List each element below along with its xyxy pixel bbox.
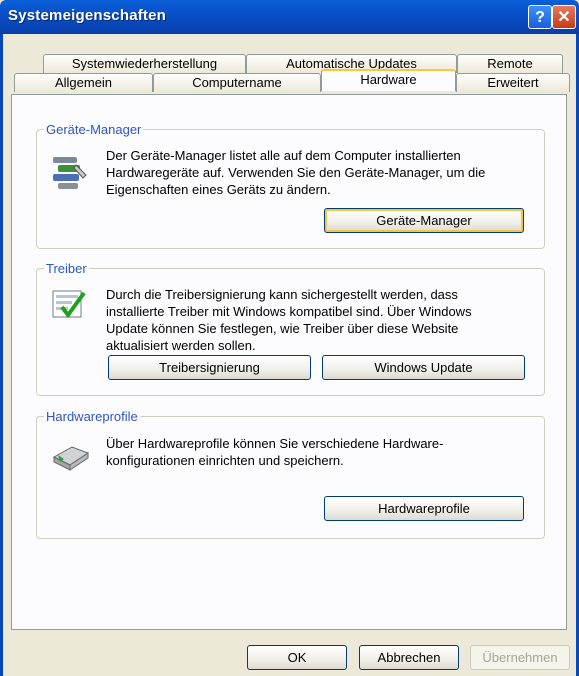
- hardware-tab-panel: Geräte-Manager Der Geräte-Manager listet…: [11, 94, 567, 630]
- apply-button[interactable]: Übernehmen: [470, 645, 570, 670]
- treiber-description-line3: Update können Sie festlegen, wie Treiber…: [106, 321, 459, 336]
- ok-button[interactable]: OK: [247, 645, 347, 670]
- device-manager-icon: [53, 157, 87, 189]
- windows-update-button[interactable]: Windows Update: [322, 355, 525, 380]
- profile-description-line1: Über Hardwareprofile können Sie verschie…: [106, 436, 444, 451]
- geraete-description-line1: Der Geräte-Manager listet alle auf dem C…: [106, 148, 461, 163]
- tab-computername[interactable]: Computername: [153, 73, 321, 92]
- hardware-profile-icon: [52, 446, 90, 471]
- treiber-description-line1: Durch die Treibersignierung kann sicherg…: [106, 287, 458, 302]
- geraete-manager-legend: Geräte-Manager: [44, 122, 144, 137]
- hardwareprofile-legend: Hardwareprofile: [44, 409, 140, 424]
- help-button[interactable]: ?: [528, 5, 552, 29]
- geraete-description-line2: Hardwaregeräte auf. Verwenden Sie den Ge…: [106, 165, 486, 180]
- window-title: Systemeigenschaften: [8, 7, 167, 24]
- tab-allgemein[interactable]: Allgemein: [14, 73, 153, 92]
- hardwareprofile-button[interactable]: Hardwareprofile: [324, 496, 524, 521]
- profile-description-line2: konfigurationen einrichten und speichern…: [106, 453, 344, 468]
- tab-remote[interactable]: Remote: [457, 54, 563, 73]
- treibersignierung-button[interactable]: Treibersignierung: [108, 355, 311, 380]
- title-bar[interactable]: Systemeigenschaften ? ✕: [0, 0, 579, 34]
- geraete-manager-button[interactable]: Geräte-Manager: [324, 208, 524, 233]
- tab-systemwiederherstellung[interactable]: Systemwiederherstellung: [43, 54, 246, 73]
- tab-erweitert[interactable]: Erweitert: [456, 73, 570, 92]
- tab-hardware[interactable]: Hardware: [321, 69, 456, 91]
- cancel-button[interactable]: Abbrechen: [359, 645, 459, 670]
- geraete-description-line3: Eigenschaften eines Geräts zu ändern.: [106, 182, 331, 197]
- treiber-legend: Treiber: [44, 261, 89, 276]
- treiber-description-line4: aktualisiert werden sollen.: [106, 338, 256, 353]
- treiber-description-line2: installierte Treiber mit Windows kompati…: [106, 304, 472, 319]
- driver-signing-icon: [52, 290, 86, 319]
- close-button[interactable]: ✕: [552, 5, 576, 29]
